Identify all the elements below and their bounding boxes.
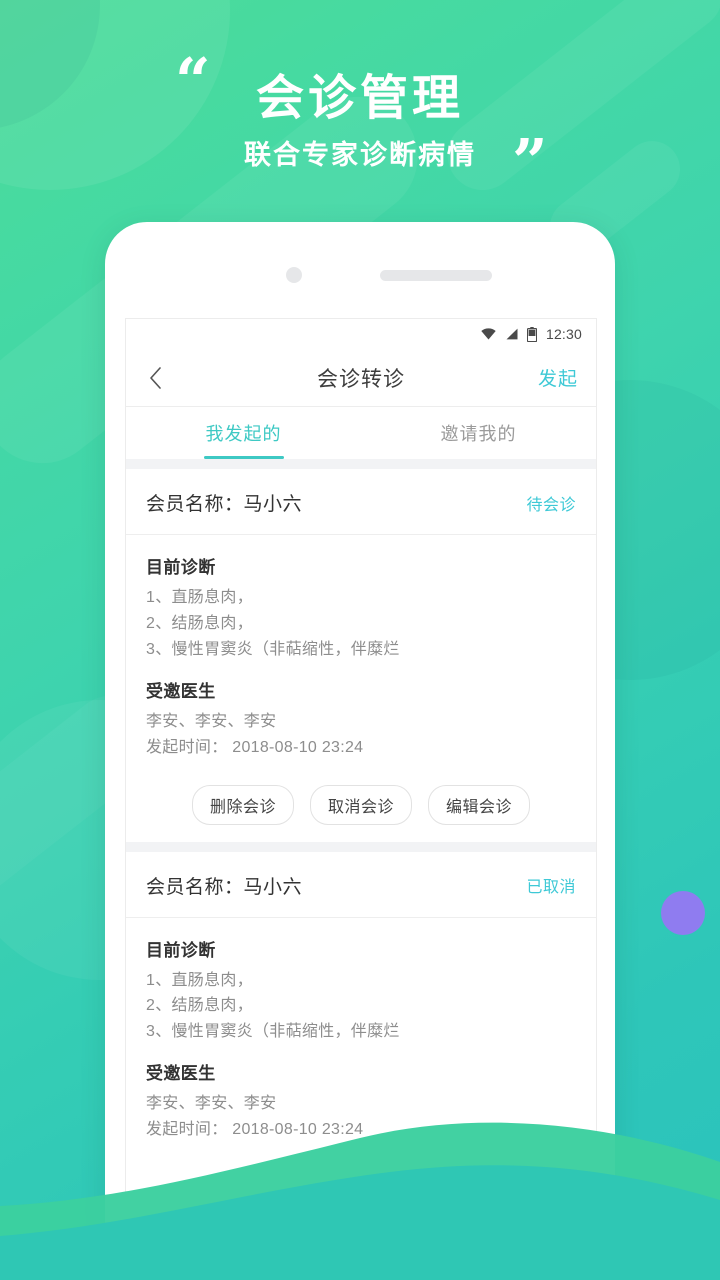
navigation-bar: 会诊转诊 发起 [126, 349, 596, 407]
consultation-card[interactable]: 会员名称：马小六 待会诊 目前诊断 1、直肠息肉， 2、结肠息肉， 3、慢性胃窦… [126, 469, 596, 842]
promo-banner: “ ” 会诊管理 联合专家诊断病情 [0, 0, 720, 215]
section-divider [126, 841, 596, 852]
status-badge: 已取消 [526, 879, 576, 897]
speaker-grille [380, 270, 492, 281]
status-time: 12:30 [545, 326, 582, 342]
back-button[interactable] [126, 349, 184, 407]
initiated-time: 发起时间： 2018-08-10 23:24 [146, 738, 364, 756]
cancel-consultation-button[interactable]: 取消会诊 [309, 784, 412, 825]
diagnosis-line: 3、慢性胃窦炎（非萜缩性，伴糜烂 [146, 1023, 400, 1041]
card-actions: 删除会诊 取消会诊 编辑会诊 [126, 767, 596, 842]
doctors-title: 受邀医生 [146, 681, 216, 701]
diagnosis-line: 2、结肠息肉， [146, 997, 253, 1015]
diagnosis-title: 目前诊断 [146, 558, 216, 577]
edit-consultation-button[interactable]: 编辑会诊 [428, 784, 531, 825]
tab-my-initiated[interactable]: 我发起的 [126, 407, 361, 459]
phone-top-bezel [105, 222, 615, 318]
banner-title: 会诊管理 [255, 72, 464, 125]
wifi-icon [481, 328, 496, 340]
diagnosis-line: 1、直肠息肉， [146, 971, 253, 989]
card-header: 会员名称：马小六 待会诊 [126, 469, 596, 535]
tab-bar: 我发起的 邀请我的 [126, 407, 596, 459]
back-chevron-icon [149, 366, 161, 389]
page-background: “ ” 会诊管理 联合专家诊断病情 12:30 会诊转诊 发起 我发起的 邀请我… [0, 0, 720, 1280]
card-header: 会员名称：马小六 已取消 [126, 852, 596, 918]
create-consultation-button[interactable]: 发起 [538, 364, 578, 391]
diagnosis-line: 1、直肠息肉， [146, 589, 253, 606]
banner-subtitle: 联合专家诊断病情 [244, 140, 476, 170]
doctors-list: 李安、李安、李安 [146, 712, 277, 730]
status-badge: 待会诊 [526, 496, 576, 514]
delete-consultation-button[interactable]: 删除会诊 [191, 784, 294, 825]
diagnosis-title: 目前诊断 [146, 940, 216, 960]
signal-icon [506, 328, 518, 340]
diagnosis-line: 2、结肠息肉， [146, 614, 253, 632]
page-title: 会诊转诊 [317, 367, 405, 391]
status-bar: 12:30 [126, 319, 596, 349]
decorative-purple-dot [661, 891, 705, 935]
section-divider [126, 459, 596, 469]
foreground-wave [0, 1122, 720, 1280]
tab-invited-me[interactable]: 邀请我的 [361, 407, 596, 459]
member-name: 会员名称：马小六 [146, 876, 303, 898]
diagnosis-line: 3、慢性胃窦炎（非萜缩性，伴糜烂 [146, 640, 400, 658]
member-name: 会员名称：马小六 [146, 494, 303, 515]
camera-icon [286, 267, 302, 283]
battery-icon [526, 326, 537, 342]
card-body: 目前诊断 1、直肠息肉， 2、结肠息肉， 3、慢性胃窦炎（非萜缩性，伴糜烂 受邀… [126, 535, 596, 767]
